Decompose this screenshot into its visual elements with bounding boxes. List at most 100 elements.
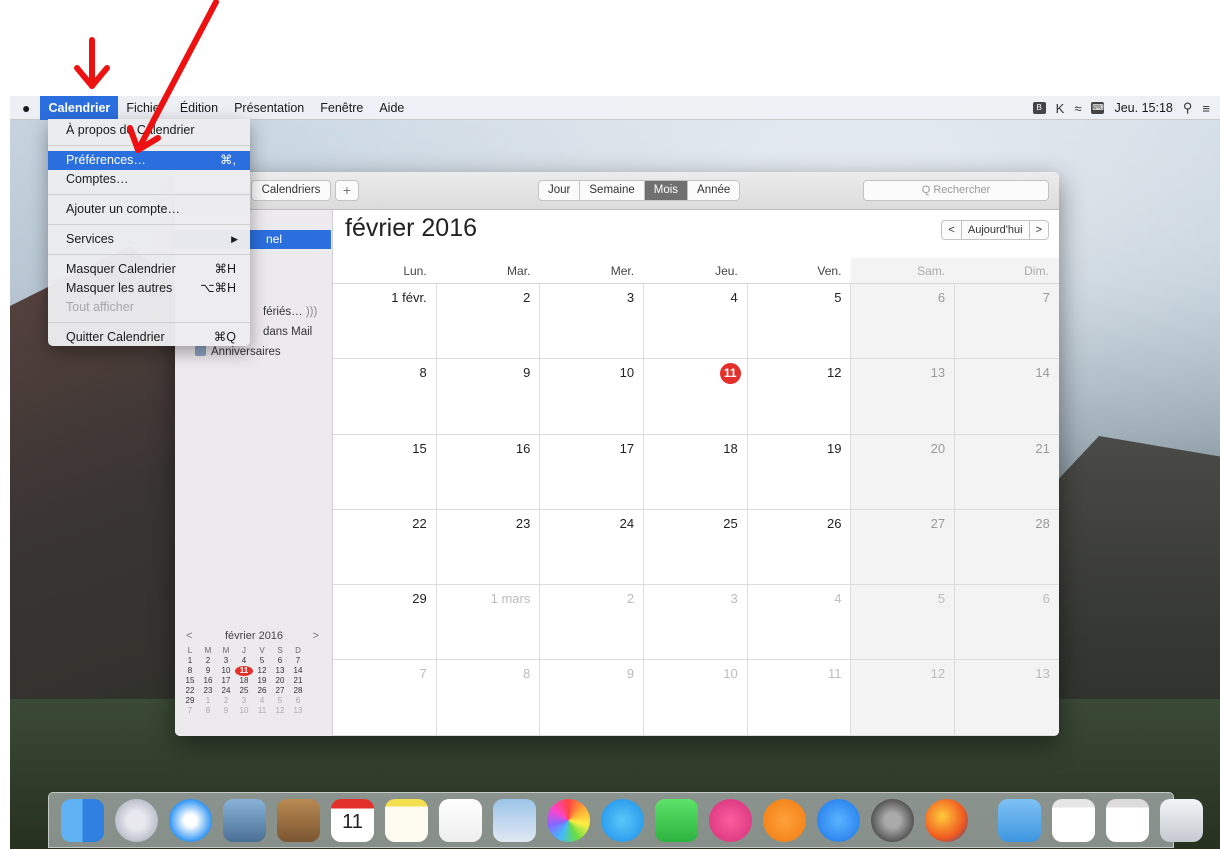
day-cell[interactable]: 8 xyxy=(333,359,437,434)
notes-icon[interactable] xyxy=(385,798,428,842)
day-cell[interactable]: 14 xyxy=(955,359,1059,434)
menu-item-preferences[interactable]: Préférences… ⌘, xyxy=(48,151,250,170)
previous-month-button[interactable]: < xyxy=(942,221,962,239)
mini-day-cell[interactable]: 20 xyxy=(271,676,289,686)
mini-day-cell[interactable]: 21 xyxy=(289,676,307,686)
wifi-icon[interactable]: ≈ xyxy=(1074,101,1081,116)
menu-item-services[interactable]: Services ▶ xyxy=(48,230,250,249)
input-source-icon[interactable]: ⌨ xyxy=(1091,102,1105,114)
mini-day-cell[interactable]: 18 xyxy=(235,676,253,686)
mini-day-cell[interactable]: 5 xyxy=(253,656,271,666)
mail-icon[interactable] xyxy=(223,798,266,842)
day-cell[interactable]: 19 xyxy=(748,434,852,509)
day-cell[interactable]: 21 xyxy=(955,434,1059,509)
sidebar-item-found-in-mail[interactable]: dans Mail xyxy=(263,326,312,338)
window-icon[interactable] xyxy=(1052,798,1095,842)
day-cell[interactable]: 29 xyxy=(333,585,437,660)
day-cell[interactable]: 2 xyxy=(540,585,645,660)
mini-day-cell[interactable]: 11 xyxy=(253,706,271,716)
day-cell[interactable]: 28 xyxy=(955,509,1059,585)
preferences-icon[interactable] xyxy=(871,798,914,842)
day-cell[interactable]: 5 xyxy=(748,284,852,359)
day-cell[interactable]: 22 xyxy=(333,509,437,585)
menu-item-hide[interactable]: Masquer Calendrier ⌘H xyxy=(48,260,250,279)
day-cell[interactable]: 13 xyxy=(955,660,1059,735)
mini-day-cell[interactable]: 4 xyxy=(235,656,253,666)
ibooks-icon[interactable] xyxy=(763,798,806,842)
view-day-button[interactable]: Jour xyxy=(539,181,581,200)
day-cell[interactable]: 27 xyxy=(851,509,956,585)
mini-day-cell[interactable]: 6 xyxy=(289,696,307,706)
day-cell[interactable]: 24 xyxy=(540,509,645,585)
mini-day-cell[interactable]: 16 xyxy=(199,676,217,686)
messages-icon[interactable] xyxy=(601,798,644,842)
mini-day-cell[interactable]: 2 xyxy=(199,656,217,666)
mini-day-cell[interactable]: 3 xyxy=(217,656,235,666)
mini-day-cell[interactable]: 1 xyxy=(181,656,199,666)
calendar-icon[interactable]: 11 xyxy=(331,798,374,842)
mini-day-cell[interactable]: 7 xyxy=(181,706,199,716)
mini-day-cell[interactable]: 5 xyxy=(271,696,289,706)
mini-day-cell[interactable]: 23 xyxy=(199,686,217,696)
day-cell[interactable]: 10 xyxy=(644,660,748,735)
day-cell[interactable]: 15 xyxy=(333,434,437,509)
day-cell[interactable]: 9 xyxy=(540,660,645,735)
itunes-icon[interactable] xyxy=(709,798,752,842)
day-cell[interactable]: 11 xyxy=(748,660,852,735)
menu-item-add-account[interactable]: Ajouter un compte… xyxy=(48,200,250,219)
notification-center-icon[interactable]: ≡ xyxy=(1202,101,1210,116)
mini-day-cell[interactable]: 9 xyxy=(217,706,235,716)
mini-day-cell[interactable]: 2 xyxy=(217,696,235,706)
mini-day-cell[interactable]: 1 xyxy=(199,696,217,706)
view-year-button[interactable]: Année xyxy=(688,181,739,200)
appstore-icon[interactable] xyxy=(817,798,860,842)
day-cell[interactable]: 7 xyxy=(333,660,437,735)
day-cell[interactable]: 8 xyxy=(437,660,541,735)
safari-icon[interactable] xyxy=(169,798,212,842)
mini-day-cell[interactable]: 8 xyxy=(181,666,199,676)
mini-day-cell[interactable]: 10 xyxy=(235,706,253,716)
day-cell[interactable]: 17 xyxy=(540,434,645,509)
add-event-button[interactable]: + xyxy=(335,180,359,201)
trash-icon[interactable] xyxy=(1160,798,1203,842)
mini-day-cell[interactable]: 29 xyxy=(181,696,199,706)
menu-fichier[interactable]: Fichier xyxy=(118,96,172,120)
sidebar-item-holidays[interactable]: fériés… ))) xyxy=(263,306,317,318)
finder-icon[interactable] xyxy=(61,798,104,842)
day-cell[interactable]: 3 xyxy=(540,284,645,359)
day-cell[interactable]: 1 févr. xyxy=(333,284,437,359)
facetime-icon[interactable] xyxy=(655,798,698,842)
day-cell[interactable]: 3 xyxy=(644,585,748,660)
launchpad-icon[interactable] xyxy=(115,798,158,842)
apple-menu-icon[interactable]: ● xyxy=(10,96,40,120)
window2-icon[interactable] xyxy=(1106,798,1149,842)
contacts-icon[interactable] xyxy=(277,798,320,842)
mini-day-cell[interactable]: 12 xyxy=(253,666,271,676)
firefox-icon[interactable] xyxy=(925,798,968,842)
search-input[interactable]: Q Rechercher xyxy=(863,180,1049,201)
day-cell[interactable]: 5 xyxy=(851,585,956,660)
menu-aide[interactable]: Aide xyxy=(371,96,412,120)
mini-day-cell[interactable]: 8 xyxy=(199,706,217,716)
day-cell[interactable]: 4 xyxy=(748,585,852,660)
day-cell[interactable]: 12 xyxy=(748,359,852,434)
mini-day-cell[interactable]: 26 xyxy=(253,686,271,696)
day-cell[interactable]: 20 xyxy=(851,434,956,509)
day-cell[interactable]: 11 xyxy=(644,359,748,434)
day-cell[interactable]: 9 xyxy=(437,359,541,434)
mini-day-cell[interactable]: 25 xyxy=(235,686,253,696)
day-cell[interactable]: 26 xyxy=(748,509,852,585)
preview-icon[interactable] xyxy=(493,798,536,842)
day-cell[interactable]: 12 xyxy=(851,660,956,735)
mini-day-cell[interactable]: 22 xyxy=(181,686,199,696)
spotlight-icon[interactable]: ⚲ xyxy=(1183,100,1193,116)
menu-item-about[interactable]: À propos de Calendrier xyxy=(48,121,250,140)
mini-day-cell[interactable]: 13 xyxy=(289,706,307,716)
mini-day-cell[interactable]: 13 xyxy=(271,666,289,676)
mini-day-cell[interactable]: 19 xyxy=(253,676,271,686)
mini-day-cell[interactable]: 12 xyxy=(271,706,289,716)
menu-fenetre[interactable]: Fenêtre xyxy=(312,96,371,120)
day-cell[interactable]: 6 xyxy=(851,284,956,359)
mini-day-cell[interactable]: 10 xyxy=(217,666,235,676)
menu-item-quit[interactable]: Quitter Calendrier ⌘Q xyxy=(48,328,250,347)
